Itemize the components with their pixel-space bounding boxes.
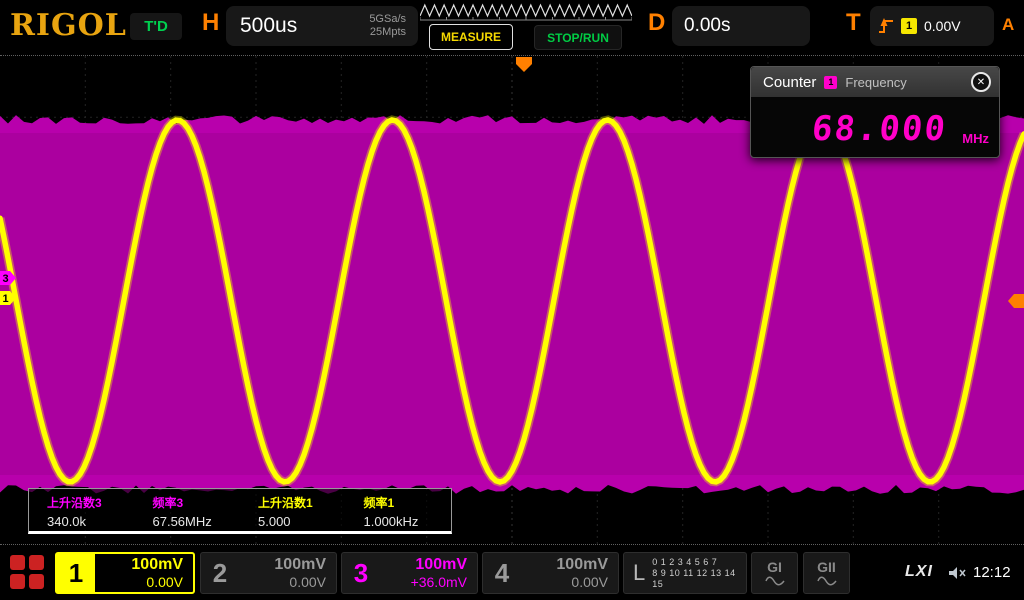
channel-offset: 0.00V: [289, 574, 326, 590]
top-toolbar: RIGOL T'D H 500us 5GSa/s 25Mpts MEASURE …: [0, 0, 1024, 55]
rigol-logo: RIGOL: [10, 8, 127, 43]
counter-readout: 68.000 MHz: [751, 97, 999, 157]
trigger-mode: A: [1002, 15, 1014, 35]
channel-number: 2: [201, 558, 239, 589]
rising-edge-icon: [878, 17, 894, 35]
trigger-source-badge: 1: [901, 18, 917, 34]
measurement-item: 频率1 1.000kHz: [346, 489, 452, 531]
counter-value: 68.000: [810, 109, 949, 149]
counter-header: Counter 1 Frequency ✕: [751, 67, 999, 97]
sine-icon: [765, 575, 785, 587]
waveform-preview-strip[interactable]: [420, 2, 632, 23]
channel-number: 4: [483, 558, 521, 589]
channel-offset: +36.0mV: [411, 574, 467, 590]
trigger-control[interactable]: 1 0.00V: [870, 6, 994, 46]
channel-2-control[interactable]: 2 100mV 0.00V: [200, 552, 337, 594]
timebase-control[interactable]: 500us 5GSa/s 25Mpts: [226, 6, 418, 46]
logic-channel-numbers: 0 1 2 3 4 5 6 7 8 9 10 11 12 13 14 15: [652, 557, 746, 590]
channel-scale: 100mV: [131, 556, 183, 574]
measurement-label: 上升沿数1: [258, 494, 346, 511]
channel-number: 3: [342, 558, 380, 589]
timebase-value: 500us: [226, 14, 297, 38]
memory-depth: 25Mpts: [370, 26, 406, 38]
acquisition-info: 5GSa/s 25Mpts: [369, 13, 418, 39]
counter-title: Counter: [763, 74, 816, 91]
bottom-status-bar: 1 100mV 0.00V 2 100mV 0.00V 3 100mV +36.…: [0, 545, 1024, 600]
menu-icon: [29, 574, 44, 589]
channel-offset: 0.00V: [146, 574, 183, 590]
measurement-item: 频率3 67.56MHz: [135, 489, 241, 531]
svg-text:1: 1: [3, 293, 9, 305]
measurement-label: 上升沿数3: [47, 494, 135, 511]
close-icon[interactable]: ✕: [971, 72, 991, 92]
measurement-panel[interactable]: 上升沿数3 340.0k 频率3 67.56MHz 上升沿数1 5.000 频率…: [28, 488, 452, 534]
measurement-label: 频率1: [364, 494, 452, 511]
stop-run-button[interactable]: STOP/RUN: [534, 25, 622, 50]
measurement-value: 340.0k: [47, 514, 135, 529]
measurement-value: 1.000kHz: [364, 514, 452, 529]
clock: 12:12: [973, 564, 1011, 581]
counter-panel: Counter 1 Frequency ✕ 68.000 MHz: [750, 66, 1000, 158]
channel-offset: 0.00V: [571, 574, 608, 590]
measure-button[interactable]: MEASURE: [429, 24, 513, 50]
menu-icon: [29, 555, 44, 570]
generator-1-control[interactable]: GI: [751, 552, 798, 594]
channel-scale: 100mV: [274, 556, 326, 574]
channel-3-control[interactable]: 3 100mV +36.0mV: [341, 552, 478, 594]
horizontal-label: H: [202, 9, 219, 37]
menu-icon: [10, 555, 25, 570]
measurement-value: 67.56MHz: [153, 514, 241, 529]
delay-label: D: [648, 9, 665, 37]
counter-mode-label: Frequency: [845, 75, 906, 90]
channel-number: 1: [57, 554, 95, 592]
measurement-value: 5.000: [258, 514, 346, 529]
menu-icon: [10, 574, 25, 589]
oscilloscope-screen: RIGOL T'D H 500us 5GSa/s 25Mpts MEASURE …: [0, 0, 1024, 600]
measurement-item: 上升沿数3 340.0k: [29, 489, 135, 531]
trigger-position-marker: [516, 57, 532, 72]
sine-icon: [817, 575, 837, 587]
logic-channels-control[interactable]: L 0 1 2 3 4 5 6 7 8 9 10 11 12 13 14 15: [623, 552, 747, 594]
trigger-status-badge: T'D: [130, 13, 182, 40]
svg-text:3: 3: [3, 273, 9, 285]
trigger-label: T: [846, 9, 861, 37]
sample-rate: 5GSa/s: [369, 13, 406, 25]
logic-label: L: [624, 560, 652, 586]
trigger-level-value: 0.00V: [924, 18, 961, 34]
lxi-indicator: LXI: [905, 563, 933, 581]
generator-2-control[interactable]: GII: [803, 552, 850, 594]
channel-4-control[interactable]: 4 100mV 0.00V: [482, 552, 619, 594]
delay-control[interactable]: 0.00s: [672, 6, 810, 46]
channel-1-control[interactable]: 1 100mV 0.00V: [55, 552, 195, 594]
waveform-display-area: 3 1 Counter 1 Frequency ✕ 68.000 MHz 上升沿数…: [0, 55, 1024, 545]
speaker-mute-icon[interactable]: [947, 565, 968, 581]
measurement-item: 上升沿数1 5.000: [240, 489, 346, 531]
channel-scale: 100mV: [556, 556, 608, 574]
delay-value: 0.00s: [672, 15, 730, 37]
menu-button[interactable]: [10, 555, 44, 589]
measurement-label: 频率3: [153, 494, 241, 511]
counter-source-icon: 1: [824, 76, 837, 89]
channel-scale: 100mV: [415, 556, 467, 574]
counter-unit: MHz: [962, 131, 989, 146]
